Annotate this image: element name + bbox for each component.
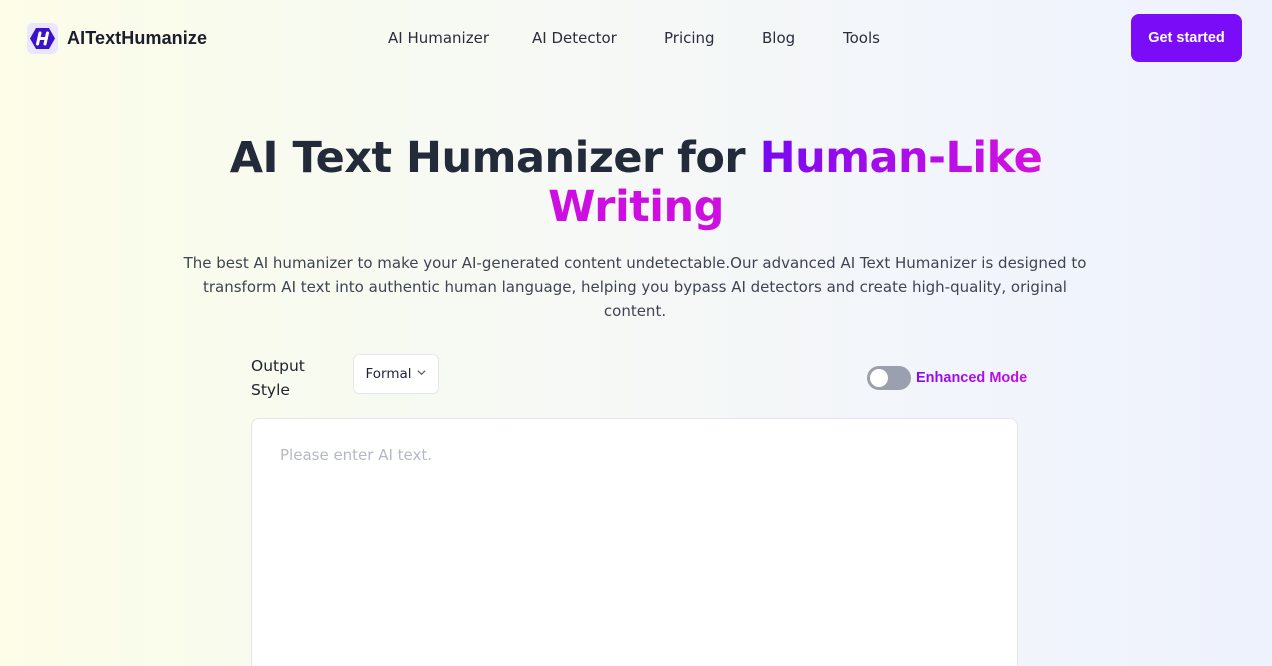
nav-pricing[interactable]: Pricing [664,28,715,48]
enhanced-mode-toggle[interactable] [867,366,911,390]
enhanced-mode-label: Enhanced Mode [916,370,1028,386]
hero-title: AI Text Humanizer for Human-Like Writing [0,134,1272,232]
brand-logo-link[interactable]: AITextHumanize [27,23,207,54]
nav-tools[interactable]: Tools [843,28,880,48]
toggle-knob [870,369,888,387]
output-style-select[interactable]: Formal [353,354,439,394]
hero-subtitle: The best AI humanizer to make your AI-ge… [183,254,1087,320]
hero-title-plain: AI Text Humanizer for [229,133,760,183]
site-header: AITextHumanize AI Humanizer AI Detector … [0,0,1272,76]
ai-text-editor [251,418,1018,666]
chevron-down-icon [416,366,427,382]
nav-ai-detector[interactable]: AI Detector [532,28,617,48]
enhanced-mode-control: Enhanced Mode [867,366,1027,390]
ai-text-input[interactable] [252,419,1017,666]
nav-blog[interactable]: Blog [762,28,795,48]
nav-ai-humanizer[interactable]: AI Humanizer [388,28,489,48]
output-style-value: Formal [365,366,412,382]
h-hexagon-logo-icon [27,23,58,54]
hero-title-highlight: Human-Like [759,133,1043,183]
output-style-label: Output Style [251,357,305,399]
brand-name: AITextHumanize [67,28,208,48]
hero-title-line2: Writing [0,183,1272,232]
get-started-button[interactable]: Get started [1131,14,1242,62]
